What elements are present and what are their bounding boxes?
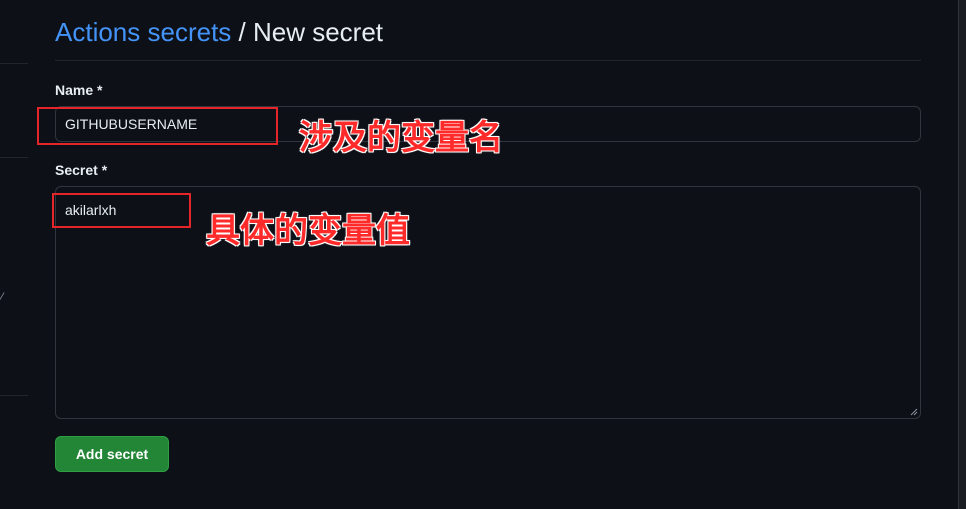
secret-label: Secret * bbox=[55, 162, 108, 178]
annotation-secret-note: 具体的变量值 bbox=[206, 211, 410, 251]
sidebar-divider bbox=[0, 63, 28, 64]
resize-grip-icon[interactable] bbox=[910, 408, 918, 416]
title-divider bbox=[55, 60, 921, 61]
sidebar-edge-mark: ⁄ bbox=[1, 290, 4, 304]
annotation-box-secret bbox=[52, 193, 191, 228]
sidebar-divider bbox=[0, 395, 28, 396]
breadcrumb-separator: / bbox=[231, 17, 253, 47]
breadcrumb-actions-secrets-link[interactable]: Actions secrets bbox=[55, 17, 231, 47]
sidebar-divider bbox=[0, 157, 28, 158]
breadcrumb: Actions secrets / New secret bbox=[55, 16, 383, 48]
add-secret-button[interactable]: Add secret bbox=[55, 436, 169, 472]
name-label: Name * bbox=[55, 82, 103, 98]
annotation-box-name bbox=[37, 107, 278, 145]
window-edge bbox=[958, 0, 966, 509]
page-title: New secret bbox=[252, 17, 384, 47]
annotation-name-note: 涉及的变量名 bbox=[299, 118, 503, 158]
